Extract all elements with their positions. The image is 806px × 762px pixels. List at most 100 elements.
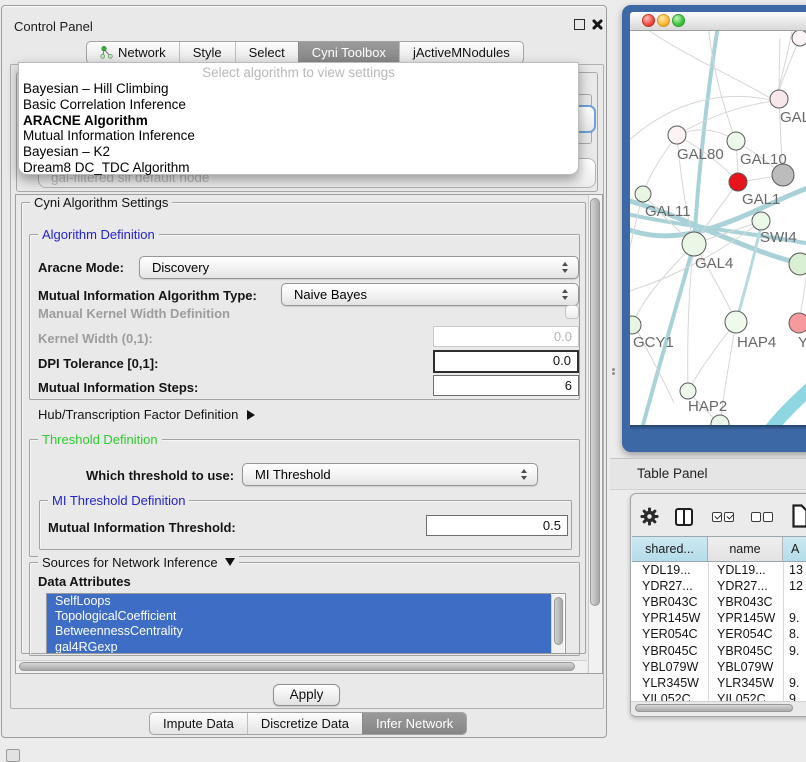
network-node[interactable] <box>711 415 729 425</box>
tab-style[interactable]: Style <box>179 42 235 63</box>
table-row[interactable]: YDL19...YDL19...13 <box>631 563 806 579</box>
algorithm-option[interactable]: Mutual Information Inference <box>19 128 578 144</box>
column-visibility-icon[interactable] <box>675 508 693 526</box>
float-panel-icon[interactable] <box>574 19 585 30</box>
network-node-gal10[interactable] <box>727 132 745 150</box>
aracne-mode-combo[interactable]: Discovery <box>139 256 579 279</box>
network-edge[interactable] <box>643 135 677 194</box>
table-cell: YER054C <box>642 627 698 641</box>
deselect-all-checkbox-icon-2[interactable] <box>763 512 773 522</box>
algorithm-option[interactable]: ARACNE Algorithm <box>19 113 578 129</box>
table-horizontal-scrollbar-thumb[interactable] <box>635 704 793 712</box>
table-cell: 12 <box>789 579 803 593</box>
table-row[interactable]: YDR27...YDR27...12 <box>631 579 806 595</box>
network-canvas[interactable]: GALGAL80GAL10GAL1GAL11SWI4GAL4GCY1HAP4YH… <box>630 31 806 425</box>
dpi-tolerance-field[interactable]: 0.0 <box>433 350 579 373</box>
select-all-checkbox-icon[interactable] <box>712 512 722 522</box>
kernel-width-field[interactable]: 0.0 <box>433 326 579 347</box>
network-node-gal80[interactable] <box>668 126 686 144</box>
table-row[interactable]: YBR043CYBR043C <box>631 595 806 611</box>
algorithm-option[interactable]: Bayesian – Hill Climbing <box>19 81 578 97</box>
network-node[interactable] <box>789 253 806 275</box>
network-node[interactable] <box>792 31 806 46</box>
network-node-swi4[interactable] <box>752 212 770 230</box>
network-node-hap4[interactable] <box>725 311 747 333</box>
document-icon[interactable] <box>792 504 806 528</box>
deselect-all-checkbox-icon[interactable] <box>751 512 761 522</box>
tab-network[interactable]: Network <box>87 42 179 63</box>
column-header-shared[interactable]: shared... <box>632 536 708 562</box>
column-header-partial[interactable]: A <box>783 536 806 562</box>
tab-cyni-toolbox[interactable]: Cyni Toolbox <box>298 42 399 63</box>
close-traffic-light-icon[interactable] <box>642 14 655 27</box>
network-node-gal4[interactable] <box>682 232 706 256</box>
network-edge[interactable] <box>677 101 775 135</box>
tab-discretize-data[interactable]: Discretize Data <box>247 713 362 734</box>
network-edge[interactable] <box>768 383 806 425</box>
data-attribute-item[interactable]: gal4RGexp <box>47 640 551 654</box>
table-cell: YPR145W <box>717 611 775 625</box>
manual-kernel-width-checkbox[interactable] <box>565 305 579 319</box>
gear-icon[interactable] <box>640 507 659 526</box>
hub-definition-expander[interactable]: Hub/Transcription Factor Definition <box>38 407 255 422</box>
algorithm-option[interactable]: Dream8 DC_TDC Algorithm <box>19 160 578 176</box>
tab-infer-network[interactable]: Infer Network <box>362 713 466 734</box>
minimized-panel-icon[interactable] <box>6 749 20 762</box>
network-edge[interactable] <box>708 31 736 141</box>
aracne-mode-label: Aracne Mode: <box>38 260 124 275</box>
table-cell: YBR043C <box>717 595 773 609</box>
which-threshold-label: Which threshold to use: <box>86 468 234 483</box>
algorithm-option[interactable]: Bayesian – K2 <box>19 144 578 160</box>
mi-algorithm-type-combo[interactable]: Naive Bayes <box>281 283 579 306</box>
attributes-scrollbar-thumb[interactable] <box>554 597 563 645</box>
network-node-gal[interactable] <box>770 90 788 108</box>
table-row[interactable]: YBL079WYBL079W <box>631 660 806 676</box>
network-node-hap2[interactable] <box>680 383 696 399</box>
apply-button[interactable]: Apply <box>273 684 340 706</box>
network-node-y[interactable] <box>789 313 806 333</box>
table-body[interactable]: YDL19...YDL19...13YDR27...YDR27...12YBR0… <box>631 562 806 701</box>
network-node-label: GAL <box>780 109 806 126</box>
table-row[interactable]: YIL052CYIL052C9. <box>631 692 806 701</box>
network-node-gal11[interactable] <box>635 186 651 202</box>
data-attribute-item[interactable]: TopologicalCoefficient <box>47 609 551 624</box>
table-row[interactable]: YLR345WYLR345W9. <box>631 676 806 692</box>
network-edge[interactable] <box>688 322 736 391</box>
minimize-traffic-light-icon[interactable] <box>657 14 670 27</box>
network-node-label: Y <box>798 334 806 351</box>
mi-steps-field[interactable]: 6 <box>433 375 579 396</box>
tab-label: Network <box>118 45 166 60</box>
settings-vertical-scrollbar-thumb[interactable] <box>590 198 600 606</box>
close-icon[interactable] <box>591 18 604 31</box>
network-node-gcy1[interactable] <box>630 316 641 334</box>
tab-select[interactable]: Select <box>235 42 298 63</box>
zoom-traffic-light-icon[interactable] <box>672 14 685 27</box>
tab-label: jActiveMNodules <box>413 45 510 60</box>
table-horizontal-scrollbar[interactable] <box>631 701 806 714</box>
sources-group-title[interactable]: Sources for Network Inference <box>38 555 239 570</box>
mi-threshold-field[interactable]: 0.5 <box>426 515 568 536</box>
table-row[interactable]: YER054CYER054C8. <box>631 627 806 643</box>
manual-kernel-width-label: Manual Kernel Width Definition <box>38 306 230 321</box>
tab-impute-data[interactable]: Impute Data <box>150 713 247 734</box>
network-node-gal1[interactable] <box>729 173 747 191</box>
column-header-name[interactable]: name <box>708 536 783 562</box>
network-node-label: GAL11 <box>645 203 691 220</box>
combo-spinner-icon <box>557 289 573 300</box>
which-threshold-value: MI Threshold <box>243 467 516 482</box>
panel-divider-grip[interactable] <box>611 367 616 376</box>
attributes-scrollbar[interactable] <box>551 595 564 653</box>
tab-jactivemnodules[interactable]: jActiveMNodules <box>399 42 523 63</box>
table-row[interactable]: YBR045CYBR045C9. <box>631 644 806 660</box>
table-row[interactable]: YPR145WYPR145W9. <box>631 611 806 627</box>
settings-horizontal-scrollbar-thumb[interactable] <box>19 662 575 671</box>
control-panel-window: Control Panel NetworkStyleSelectCyni Too… <box>1 5 607 738</box>
data-attribute-item[interactable]: BetweennessCentrality <box>47 624 551 639</box>
network-edge[interactable] <box>694 31 718 244</box>
data-attributes-list[interactable]: SelfLoopsTopologicalCoefficientBetweenne… <box>46 593 566 654</box>
which-threshold-combo[interactable]: MI Threshold <box>242 463 538 486</box>
table-cell: 9. <box>789 611 799 625</box>
algorithm-option[interactable]: Basic Correlation Inference <box>19 97 578 113</box>
select-all-checkbox-icon-2[interactable] <box>724 512 734 522</box>
data-attribute-item[interactable]: SelfLoops <box>47 594 551 609</box>
